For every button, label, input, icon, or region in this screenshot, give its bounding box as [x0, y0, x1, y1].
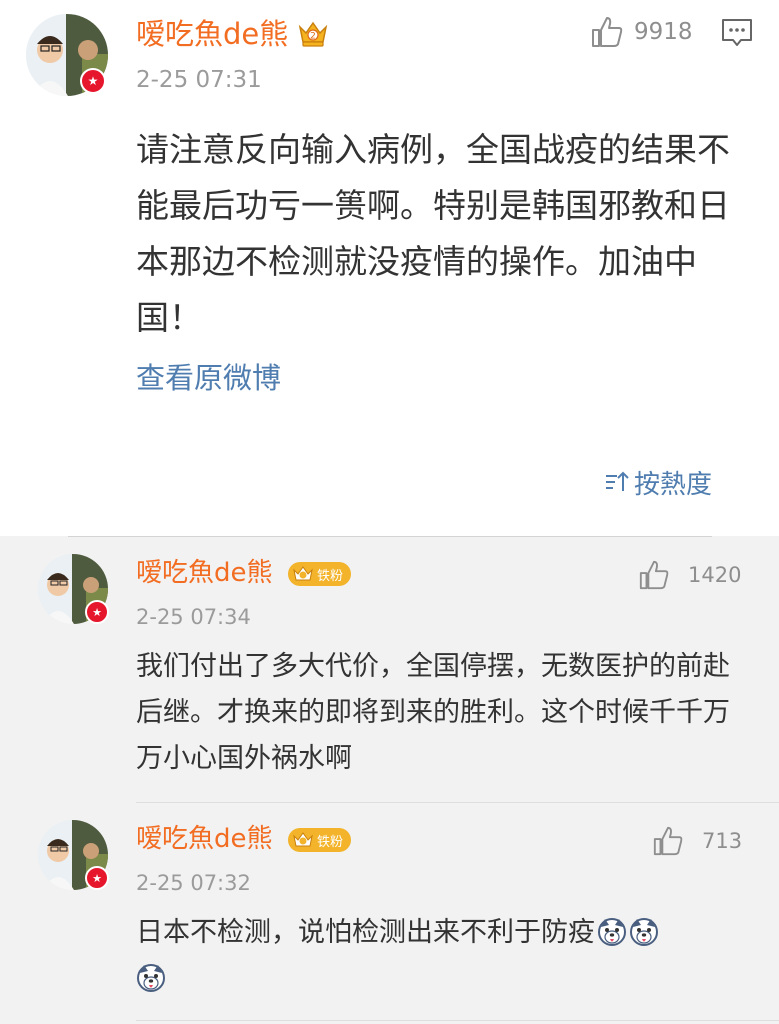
vip-crown-icon [292, 563, 314, 585]
main-comment: ★ 嗳吃魚de熊 2 2-25 07:31 9918 请注意反向输入病例，全国战… [0, 0, 779, 536]
svg-text:2: 2 [310, 32, 316, 42]
husky-emoji-icon [136, 962, 166, 992]
thumbs-up-icon [652, 825, 684, 857]
timestamp: 2-25 07:34 [136, 605, 251, 629]
verified-badge-icon: ★ [85, 600, 109, 624]
fan-badge: 铁粉 [288, 828, 352, 852]
like-count: 1420 [688, 563, 742, 587]
husky-emoji-icon [629, 916, 659, 946]
vip-crown-icon [292, 829, 314, 851]
divider [136, 1020, 779, 1021]
reply-list: ★ 嗳吃魚de熊 铁粉 2-25 07:34 1420 我们付出了多大代价，全国… [0, 536, 779, 1024]
comment-text: 请注意反向输入病例，全国战疫的结果不能最后功亏一篑啊。特别是韩国邪教和日本那边不… [136, 130, 730, 337]
username[interactable]: 嗳吃魚de熊 [136, 554, 273, 592]
like-button[interactable]: 713 [652, 824, 742, 858]
verified-badge-icon: ★ [85, 866, 109, 890]
like-button[interactable]: 1420 [638, 558, 741, 592]
reply-text-body: 日本不检测，说怕检测出来不利于防疫 [136, 917, 595, 948]
like-count: 713 [702, 829, 743, 853]
view-original-link[interactable]: 查看原微博 [136, 358, 281, 398]
reply-text: 我们付出了多大代价，全国停摆，无数医护的前赴后继。才换来的即将到来的胜利。这个时… [136, 651, 730, 774]
username[interactable]: 嗳吃魚de熊 [136, 14, 288, 54]
reply-item: ★ 嗳吃魚de熊 铁粉 2-25 07:34 1420 我们付出了多大代价，全国… [0, 536, 779, 803]
reply-text: 日本不检测，说怕检测出来不利于防疫 [136, 910, 736, 1002]
sort-button[interactable]: 按熱度 [604, 462, 712, 502]
comment-icon[interactable] [720, 16, 754, 50]
verified-badge-icon: ★ [80, 68, 106, 94]
like-count: 9918 [634, 19, 693, 45]
like-button[interactable]: 9918 [590, 14, 693, 50]
username[interactable]: 嗳吃魚de熊 [136, 820, 273, 858]
vip-crown-icon: 2 [296, 16, 330, 50]
fan-badge-label: 铁粉 [317, 568, 344, 584]
thumbs-up-icon [638, 559, 670, 591]
fan-badge-label: 铁粉 [317, 834, 344, 850]
timestamp: 2-25 07:31 [136, 67, 262, 93]
sort-icon [604, 469, 630, 495]
thumbs-up-icon [590, 15, 624, 49]
timestamp: 2-25 07:32 [136, 871, 251, 895]
husky-emoji-icon [597, 916, 627, 946]
fan-badge: 铁粉 [288, 562, 352, 586]
reply-item: ★ 嗳吃魚de熊 铁粉 2-25 07:32 713 日本不检测，说怕检测出来不… [0, 802, 779, 1024]
sort-label: 按熱度 [634, 469, 713, 500]
